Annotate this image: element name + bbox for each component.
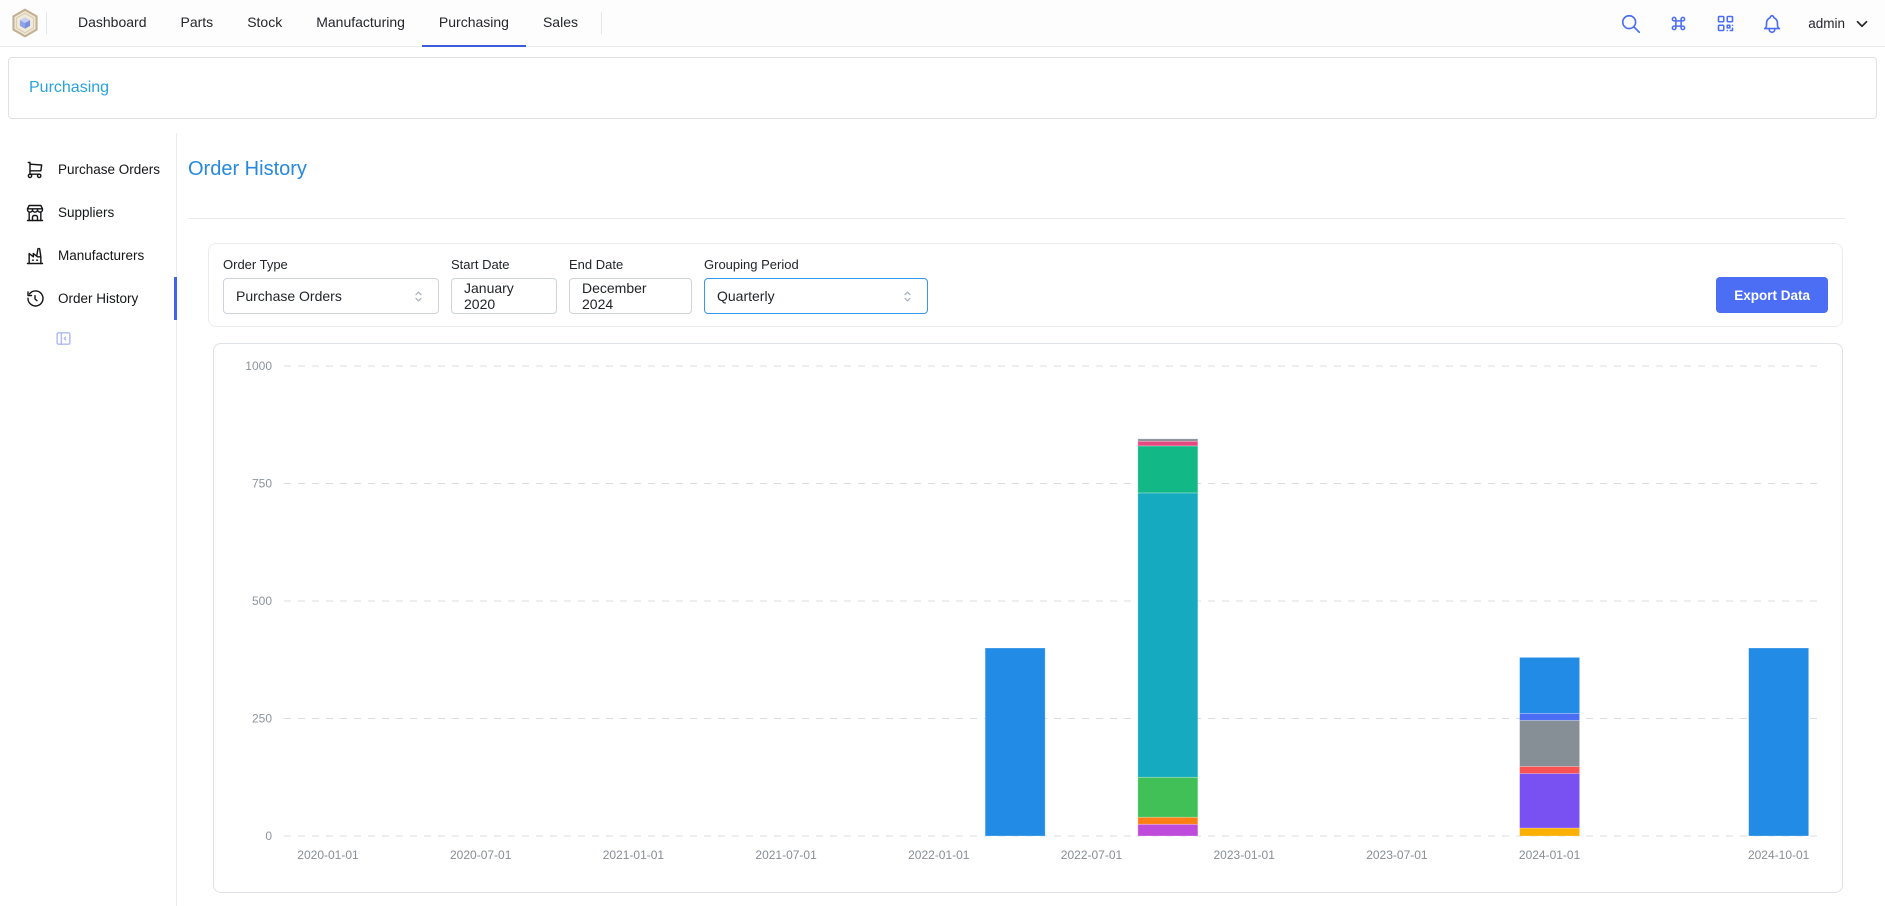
main-nav-tabs: Dashboard Parts Stock Manufacturing Purc… (61, 0, 595, 47)
nav-separator-left (46, 12, 47, 34)
bar-segment[interactable] (1138, 446, 1198, 493)
bar-2024-10-01[interactable] (1749, 648, 1809, 836)
order-type-value: Purchase Orders (236, 288, 342, 304)
bar-segment[interactable] (1520, 657, 1580, 713)
sidebar-item-suppliers[interactable]: Suppliers (25, 191, 177, 234)
end-date-input[interactable]: December 2024 (569, 278, 692, 314)
sidebar-item-order-history[interactable]: Order History (25, 277, 177, 320)
selector-updown-icon (900, 289, 915, 304)
bar-segment[interactable] (1138, 777, 1198, 817)
y-axis-label: 750 (252, 477, 272, 491)
bar-segment[interactable] (1520, 766, 1580, 773)
order-type-select[interactable]: Purchase Orders (223, 278, 439, 314)
sidebar: Purchase Orders Suppliers Manufacturers … (25, 148, 177, 320)
bar-segment[interactable] (1520, 720, 1580, 766)
filter-panel: Order Type Purchase Orders Start Date Ja… (208, 243, 1843, 327)
nav-actions: admin (1620, 0, 1871, 47)
bar-segment[interactable] (1138, 824, 1198, 836)
start-date-value: January 2020 (464, 280, 544, 312)
start-date-label: Start Date (451, 257, 557, 272)
end-date-value: December 2024 (582, 280, 679, 312)
x-axis-label: 2023-01-01 (1214, 848, 1276, 862)
grouping-period-value: Quarterly (717, 288, 775, 304)
factory-icon (25, 246, 45, 266)
bar-segment[interactable] (1138, 439, 1198, 441)
user-name: admin (1808, 16, 1845, 31)
breadcrumb-panel: Purchasing (8, 57, 1877, 119)
bar-segment[interactable] (1138, 441, 1198, 446)
x-axis-label: 2022-07-01 (1061, 848, 1123, 862)
x-axis-label: 2024-10-01 (1748, 848, 1810, 862)
bar-segment[interactable] (1520, 828, 1580, 836)
page-title: Order History (188, 158, 307, 181)
grouping-period-select[interactable]: Quarterly (704, 278, 928, 314)
grouping-period-field: Grouping Period Quarterly (704, 257, 928, 314)
y-axis-label: 500 (252, 594, 272, 608)
history-icon (25, 289, 45, 309)
bar-2022-04-01[interactable] (985, 648, 1045, 836)
y-axis-label: 1000 (245, 359, 272, 373)
sidebar-collapse-icon[interactable] (55, 330, 72, 347)
tab-sales[interactable]: Sales (526, 0, 595, 47)
sidebar-item-label: Manufacturers (58, 248, 144, 263)
bar-2022-10-01[interactable] (1138, 439, 1198, 836)
tab-purchasing[interactable]: Purchasing (422, 0, 526, 47)
bar-segment[interactable] (1138, 493, 1198, 777)
barcode-scan-icon[interactable] (1714, 13, 1736, 35)
user-menu[interactable]: admin (1808, 15, 1871, 33)
breadcrumb[interactable]: Purchasing (29, 79, 109, 97)
export-data-button[interactable]: Export Data (1716, 277, 1828, 313)
nav-separator-right (601, 12, 602, 34)
order-type-label: Order Type (223, 257, 439, 272)
building-store-icon (25, 203, 45, 223)
end-date-field: End Date December 2024 (569, 257, 692, 314)
tab-stock[interactable]: Stock (230, 0, 299, 47)
x-axis-label: 2020-01-01 (297, 848, 359, 862)
bar-segment[interactable] (1749, 648, 1809, 836)
x-axis-label: 2023-07-01 (1366, 848, 1428, 862)
inventree-logo[interactable] (10, 7, 40, 39)
end-date-label: End Date (569, 257, 692, 272)
sidebar-item-manufacturers[interactable]: Manufacturers (25, 234, 177, 277)
chevron-down-icon (1853, 15, 1871, 33)
top-navigation-bar: Dashboard Parts Stock Manufacturing Purc… (0, 0, 1885, 47)
bar-segment[interactable] (1520, 773, 1580, 828)
command-palette-icon[interactable] (1667, 13, 1689, 35)
bar-segment[interactable] (1138, 817, 1198, 824)
sidebar-item-purchase-orders[interactable]: Purchase Orders (25, 148, 177, 191)
bar-2024-01-01[interactable] (1520, 657, 1580, 836)
inventree-logo-icon (11, 8, 39, 38)
search-icon[interactable] (1620, 13, 1642, 35)
start-date-field: Start Date January 2020 (451, 257, 557, 314)
title-divider (188, 218, 1845, 219)
shopping-cart-icon (25, 160, 45, 180)
start-date-input[interactable]: January 2020 (451, 278, 557, 314)
order-history-chart-card: 0 250 500 750 1000 2020-01-01 2020-07-01 2021-0… (213, 343, 1843, 893)
notifications-icon[interactable] (1761, 13, 1783, 35)
x-axis-label: 2024-01-01 (1519, 848, 1581, 862)
tab-parts[interactable]: Parts (164, 0, 231, 47)
x-axis-label: 2021-01-01 (603, 848, 665, 862)
x-axis-label: 2021-07-01 (755, 848, 817, 862)
order-type-field: Order Type Purchase Orders (223, 257, 439, 314)
tab-manufacturing[interactable]: Manufacturing (299, 0, 422, 47)
bar-segment[interactable] (985, 648, 1045, 836)
bar-segment[interactable] (1520, 713, 1580, 720)
sidebar-item-label: Suppliers (58, 205, 114, 220)
tab-dashboard[interactable]: Dashboard (61, 0, 164, 47)
y-axis-label: 0 (265, 829, 272, 843)
order-history-chart: 0 250 500 750 1000 2020-01-01 2020-07-01 2021-0… (214, 344, 1842, 892)
sidebar-item-label: Purchase Orders (58, 162, 160, 177)
sidebar-item-label: Order History (58, 291, 138, 306)
selector-updown-icon (411, 289, 426, 304)
y-axis-label: 250 (252, 712, 272, 726)
x-axis-label: 2022-01-01 (908, 848, 970, 862)
x-axis-label: 2020-07-01 (450, 848, 512, 862)
grouping-period-label: Grouping Period (704, 257, 928, 272)
